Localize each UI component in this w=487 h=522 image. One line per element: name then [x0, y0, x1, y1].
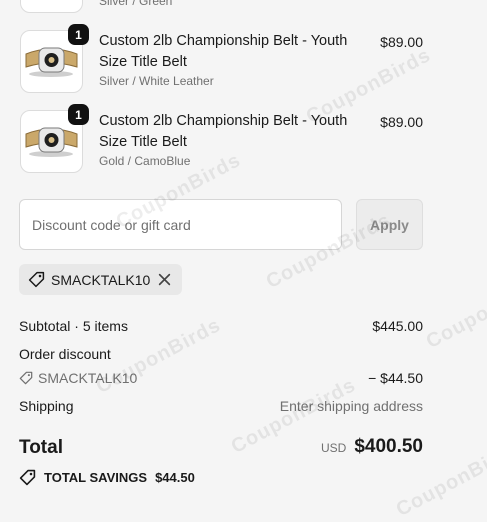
tag-icon	[19, 371, 33, 385]
total-value: $400.50	[354, 436, 423, 457]
product-thumbnail	[20, 0, 83, 13]
total-savings: TOTAL SAVINGS $44.50	[19, 469, 195, 486]
item-title: Custom 2lb Championship Belt - Youth Siz…	[99, 113, 348, 150]
subtotal-label: Subtotal · 5 items	[19, 318, 128, 334]
apply-button[interactable]: Apply	[356, 199, 423, 250]
product-thumbnail: 1	[20, 104, 89, 173]
shipping-value: Enter shipping address	[279, 398, 423, 414]
order-discount-label: Order discount	[19, 346, 111, 362]
savings-label: TOTAL SAVINGS	[44, 470, 148, 485]
applied-discount-chip: SMACKTALK10	[19, 264, 182, 295]
discount-code-input[interactable]	[19, 199, 342, 250]
discount-code-line: SMACKTALK10	[19, 370, 137, 386]
discount-value: − $44.50	[368, 370, 423, 386]
total-label: Total	[19, 437, 63, 458]
item-variant: Silver / Green	[99, 0, 173, 8]
tag-icon	[28, 271, 45, 288]
subtotal-value: $445.00	[372, 318, 423, 334]
item-price: $89.00	[380, 34, 423, 50]
tag-icon	[19, 469, 36, 486]
savings-value: $44.50	[155, 470, 195, 485]
currency-code: USD	[320, 441, 347, 455]
item-title: Custom 2lb Championship Belt - Youth Siz…	[99, 33, 348, 70]
applied-discount-code: SMACKTALK10	[51, 271, 151, 288]
remove-discount-button[interactable]	[158, 273, 171, 286]
close-icon	[159, 273, 171, 286]
quantity-badge: 1	[68, 104, 89, 125]
watermark: CouponBirds	[422, 269, 487, 354]
championship-belt-image	[25, 47, 78, 77]
product-thumbnail: 1	[20, 24, 89, 93]
shipping-label: Shipping	[19, 398, 74, 414]
championship-belt-image	[25, 127, 78, 157]
discount-code-text: SMACKTALK10	[38, 370, 138, 386]
item-variant: Gold / CamoBlue	[99, 154, 191, 168]
item-price: $89.00	[380, 114, 423, 130]
quantity-badge: 1	[68, 24, 89, 45]
item-variant: Silver / White Leather	[99, 74, 214, 88]
total-amount: USD $400.50	[321, 436, 423, 458]
